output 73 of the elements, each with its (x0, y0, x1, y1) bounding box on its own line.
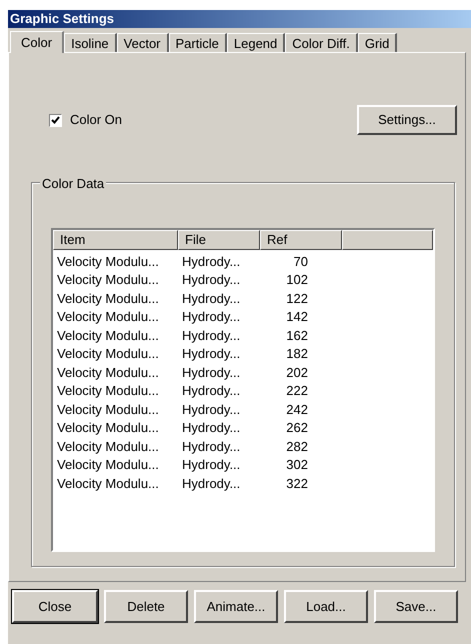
table-cell-text: 182 (285, 345, 308, 363)
table-cell-text: Hydrody... (181, 308, 242, 326)
table-cell-text: 142 (285, 308, 308, 326)
table-cell-text: Hydrody... (181, 400, 242, 419)
table-cell-text: Hydrody... (181, 326, 242, 345)
dialog-button[interactable]: Animate... (194, 590, 278, 623)
list-row[interactable]: Velocity Modulu... Hydrody... 222 (53, 382, 433, 400)
tab[interactable]: Isoline (64, 33, 117, 52)
list-row[interactable]: Velocity Modulu... Hydrody... 70 (53, 252, 433, 270)
table-cell-text: Hydrody... (181, 438, 242, 456)
dialog-button[interactable]: Save... (374, 590, 458, 623)
table-cell-text: Velocity Modulu... (56, 456, 160, 474)
tab[interactable]: Particle (168, 33, 227, 52)
table-cell-text: Velocity Modulu... (56, 474, 160, 493)
column-header[interactable] (342, 230, 433, 250)
table-cell-text: 322 (285, 474, 308, 492)
table-cell-text: 262 (285, 419, 308, 437)
window-title: Graphic Settings (10, 10, 114, 28)
list-row[interactable]: Velocity Modulu... Hydrody... 162 (53, 326, 433, 344)
table-cell-text: Hydrody... (181, 456, 242, 474)
table-cell-text: Velocity Modulu... (56, 364, 160, 382)
tab[interactable]: Grid (358, 33, 398, 52)
table-cell-text: Hydrody... (181, 271, 242, 289)
table-cell-text: Velocity Modulu... (56, 326, 160, 345)
tab[interactable]: Color (10, 31, 64, 53)
list-row[interactable]: Velocity Modulu... Hydrody... 262 (53, 418, 433, 437)
table-cell-text: Velocity Modulu... (56, 252, 160, 271)
table-cell-text: 302 (285, 456, 308, 474)
dialog-button[interactable]: Close (12, 590, 98, 623)
table-cell-text: Hydrody... (181, 290, 242, 308)
column-header[interactable]: Item (53, 230, 178, 250)
dialog-button[interactable]: Load... (284, 590, 368, 623)
check-icon (51, 116, 60, 124)
list-row[interactable]: Velocity Modulu... Hydrody... 122 (53, 289, 433, 308)
tab[interactable]: Vector (116, 33, 169, 52)
tab[interactable]: Legend (226, 33, 286, 52)
table-cell-text: Velocity Modulu... (56, 290, 160, 308)
list-row[interactable]: Velocity Modulu... Hydrody... 202 (53, 363, 433, 382)
settings-button[interactable]: Settings... (357, 105, 457, 135)
list-row[interactable]: Velocity Modulu... Hydrody... 182 (53, 344, 433, 363)
table-cell-text: Velocity Modulu... (56, 308, 160, 326)
checkbox[interactable] (49, 114, 62, 126)
table-cell-text: Velocity Modulu... (56, 382, 160, 400)
table-cell-text: Velocity Modulu... (56, 419, 160, 437)
table-cell-text: 70 (292, 252, 308, 270)
table-cell-text: 242 (285, 400, 308, 418)
list-row[interactable]: Velocity Modulu... Hydrody... 142 (53, 308, 433, 326)
list-row[interactable]: Velocity Modulu... Hydrody... 242 (53, 400, 433, 418)
table-cell-text: 222 (285, 382, 308, 400)
table-cell-text: Velocity Modulu... (56, 271, 160, 289)
table-cell-text: 202 (285, 364, 308, 382)
tab[interactable]: Color Diff. (285, 33, 358, 52)
list-row[interactable]: Velocity Modulu... Hydrody... 282 (53, 437, 433, 456)
table-cell-text: 102 (285, 271, 308, 289)
column-header[interactable]: Ref (260, 230, 342, 250)
table-cell-text: Velocity Modulu... (56, 438, 160, 456)
table-cell-text: Hydrody... (181, 252, 242, 271)
table-cell-text: Velocity Modulu... (56, 400, 160, 419)
dialog-button[interactable]: Delete (104, 590, 188, 623)
table-cell-text: Hydrody... (181, 382, 242, 400)
table-cell-text: Hydrody... (181, 345, 242, 363)
table-cell-text: 122 (285, 290, 308, 308)
list-row[interactable]: Velocity Modulu... Hydrody... 102 (53, 270, 433, 289)
table-cell-text: Hydrody... (181, 364, 242, 382)
table-cell-text: Hydrody... (181, 474, 242, 493)
checkbox-label: Color On (70, 111, 122, 130)
table-cell-text: Hydrody... (181, 419, 242, 437)
list-row[interactable]: Velocity Modulu... Hydrody... 302 (53, 456, 433, 474)
table-cell-text: 162 (285, 326, 308, 344)
column-header[interactable]: File (178, 230, 260, 250)
table-cell-text: Velocity Modulu... (56, 345, 160, 363)
table-cell-text: 282 (285, 438, 308, 456)
list-row[interactable]: Velocity Modulu... Hydrody... 322 (53, 474, 433, 492)
